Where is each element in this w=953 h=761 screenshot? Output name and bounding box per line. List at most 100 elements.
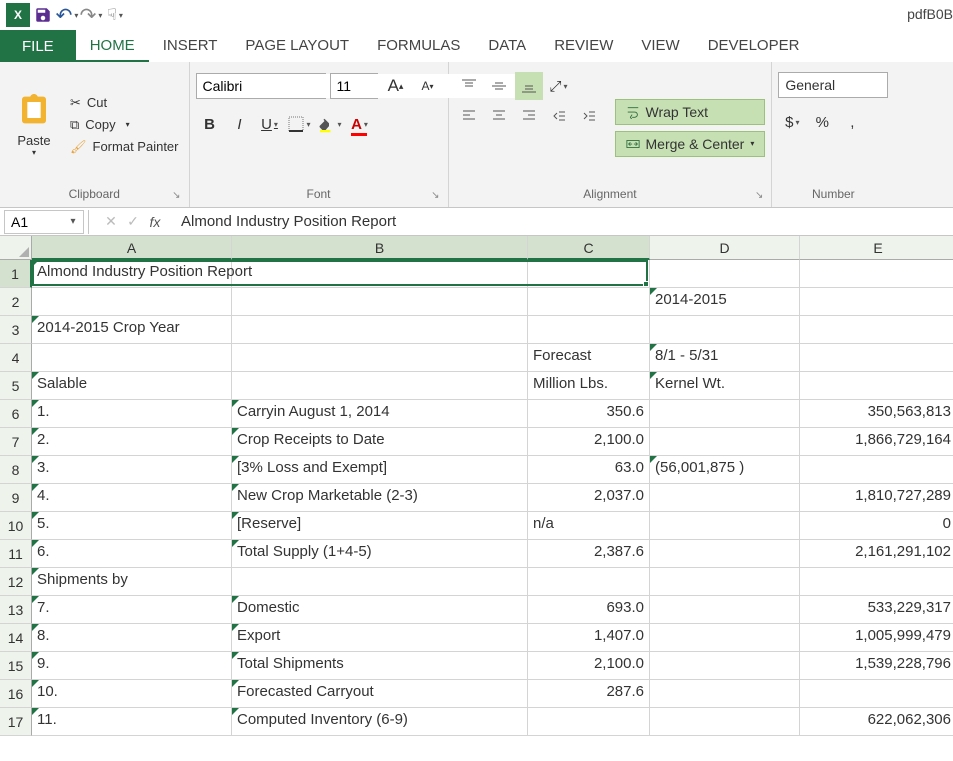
cell-B2[interactable] bbox=[232, 288, 528, 316]
align-left-button[interactable] bbox=[455, 102, 483, 130]
align-middle-button[interactable] bbox=[485, 72, 513, 100]
clipboard-dialog-launcher[interactable]: ↘ bbox=[172, 190, 180, 201]
cell-A16[interactable]: 10. bbox=[32, 680, 232, 708]
align-bottom-button[interactable] bbox=[515, 72, 543, 100]
row-header-1[interactable]: 1 bbox=[0, 260, 32, 288]
cell-D9[interactable] bbox=[650, 484, 800, 512]
cell-C15[interactable]: 2,100.0 bbox=[528, 652, 650, 680]
cell-A11[interactable]: 6. bbox=[32, 540, 232, 568]
row-header-7[interactable]: 7 bbox=[0, 428, 32, 456]
cell-A17[interactable]: 11. bbox=[32, 708, 232, 736]
worksheet-grid[interactable]: 1234567891011121314151617 ABCDE Almond I… bbox=[0, 236, 953, 736]
tab-view[interactable]: VIEW bbox=[627, 30, 693, 62]
tab-developer[interactable]: DEVELOPER bbox=[694, 30, 814, 62]
row-header-13[interactable]: 13 bbox=[0, 596, 32, 624]
cell-C6[interactable]: 350.6 bbox=[528, 400, 650, 428]
row-header-3[interactable]: 3 bbox=[0, 316, 32, 344]
cell-D7[interactable] bbox=[650, 428, 800, 456]
formula-input[interactable] bbox=[173, 210, 953, 234]
cell-D11[interactable] bbox=[650, 540, 800, 568]
orientation-button[interactable]: ⤢▾ bbox=[545, 72, 573, 100]
cell-E7[interactable]: 1,866,729,164 bbox=[800, 428, 953, 456]
cell-E9[interactable]: 1,810,727,289 bbox=[800, 484, 953, 512]
cell-C16[interactable]: 287.6 bbox=[528, 680, 650, 708]
accounting-format-button[interactable]: $▾ bbox=[778, 108, 806, 136]
cell-D14[interactable] bbox=[650, 624, 800, 652]
borders-button[interactable]: ▾ bbox=[286, 110, 314, 138]
cell-B16[interactable]: Forecasted Carryout bbox=[232, 680, 528, 708]
cell-B13[interactable]: Domestic bbox=[232, 596, 528, 624]
cell-E12[interactable] bbox=[800, 568, 953, 596]
cell-A8[interactable]: 3. bbox=[32, 456, 232, 484]
cell-B5[interactable] bbox=[232, 372, 528, 400]
cell-A2[interactable] bbox=[32, 288, 232, 316]
cell-E10[interactable]: 0 bbox=[800, 512, 953, 540]
cell-B14[interactable]: Export bbox=[232, 624, 528, 652]
row-header-10[interactable]: 10 bbox=[0, 512, 32, 540]
cell-E13[interactable]: 533,229,317 bbox=[800, 596, 953, 624]
cell-D16[interactable] bbox=[650, 680, 800, 708]
tab-data[interactable]: DATA bbox=[474, 30, 540, 62]
cell-D6[interactable] bbox=[650, 400, 800, 428]
row-header-15[interactable]: 15 bbox=[0, 652, 32, 680]
cell-E14[interactable]: 1,005,999,479 bbox=[800, 624, 953, 652]
cancel-formula-icon[interactable]: ✕ bbox=[101, 213, 121, 230]
cell-C3[interactable] bbox=[528, 316, 650, 344]
cell-B1[interactable] bbox=[232, 260, 528, 288]
cell-C7[interactable]: 2,100.0 bbox=[528, 428, 650, 456]
cell-D1[interactable] bbox=[650, 260, 800, 288]
grow-font-button[interactable]: A▴ bbox=[382, 72, 410, 100]
font-name-select[interactable]: ▾ bbox=[196, 73, 326, 99]
row-header-4[interactable]: 4 bbox=[0, 344, 32, 372]
cell-E8[interactable] bbox=[800, 456, 953, 484]
cell-B6[interactable]: Carryin August 1, 2014 bbox=[232, 400, 528, 428]
cell-E16[interactable] bbox=[800, 680, 953, 708]
cell-B12[interactable] bbox=[232, 568, 528, 596]
copy-button[interactable]: ⧉ Copy▾ bbox=[66, 115, 183, 135]
fill-color-button[interactable]: ▾ bbox=[316, 110, 344, 138]
cell-B10[interactable]: [Reserve] bbox=[232, 512, 528, 540]
alignment-dialog-launcher[interactable]: ↘ bbox=[755, 190, 763, 201]
cell-E17[interactable]: 622,062,306 bbox=[800, 708, 953, 736]
select-all-button[interactable] bbox=[0, 236, 32, 260]
row-header-8[interactable]: 8 bbox=[0, 456, 32, 484]
cell-E11[interactable]: 2,161,291,102 bbox=[800, 540, 953, 568]
cell-A4[interactable] bbox=[32, 344, 232, 372]
percent-button[interactable]: % bbox=[808, 108, 836, 136]
cell-B3[interactable] bbox=[232, 316, 528, 344]
cell-A14[interactable]: 8. bbox=[32, 624, 232, 652]
cut-button[interactable]: ✂ Cut bbox=[66, 93, 183, 113]
cell-B17[interactable]: Computed Inventory (6-9) bbox=[232, 708, 528, 736]
cell-E6[interactable]: 350,563,813 bbox=[800, 400, 953, 428]
cell-B4[interactable] bbox=[232, 344, 528, 372]
cell-A15[interactable]: 9. bbox=[32, 652, 232, 680]
tab-insert[interactable]: INSERT bbox=[149, 30, 232, 62]
column-header-C[interactable]: C bbox=[528, 236, 650, 260]
cell-C4[interactable]: Forecast bbox=[528, 344, 650, 372]
cell-C11[interactable]: 2,387.6 bbox=[528, 540, 650, 568]
cell-C14[interactable]: 1,407.0 bbox=[528, 624, 650, 652]
font-dialog-launcher[interactable]: ↘ bbox=[431, 190, 439, 201]
align-right-button[interactable] bbox=[515, 102, 543, 130]
cell-B15[interactable]: Total Shipments bbox=[232, 652, 528, 680]
cell-C1[interactable] bbox=[528, 260, 650, 288]
cell-D3[interactable] bbox=[650, 316, 800, 344]
tab-home[interactable]: HOME bbox=[76, 30, 149, 62]
number-format-select[interactable]: General bbox=[778, 72, 888, 98]
tab-formulas[interactable]: FORMULAS bbox=[363, 30, 474, 62]
row-header-17[interactable]: 17 bbox=[0, 708, 32, 736]
cell-D8[interactable]: (56,001,875 ) bbox=[650, 456, 800, 484]
cell-D10[interactable] bbox=[650, 512, 800, 540]
italic-button[interactable]: I bbox=[226, 110, 254, 138]
cell-A9[interactable]: 4. bbox=[32, 484, 232, 512]
cell-D4[interactable]: 8/1 - 5/31 bbox=[650, 344, 800, 372]
row-header-5[interactable]: 5 bbox=[0, 372, 32, 400]
cell-E15[interactable]: 1,539,228,796 bbox=[800, 652, 953, 680]
row-header-9[interactable]: 9 bbox=[0, 484, 32, 512]
row-header-14[interactable]: 14 bbox=[0, 624, 32, 652]
cell-C10[interactable]: n/a bbox=[528, 512, 650, 540]
cell-A5[interactable]: Salable bbox=[32, 372, 232, 400]
insert-function-icon[interactable]: fx bbox=[145, 214, 165, 230]
cell-C2[interactable] bbox=[528, 288, 650, 316]
cell-E4[interactable] bbox=[800, 344, 953, 372]
